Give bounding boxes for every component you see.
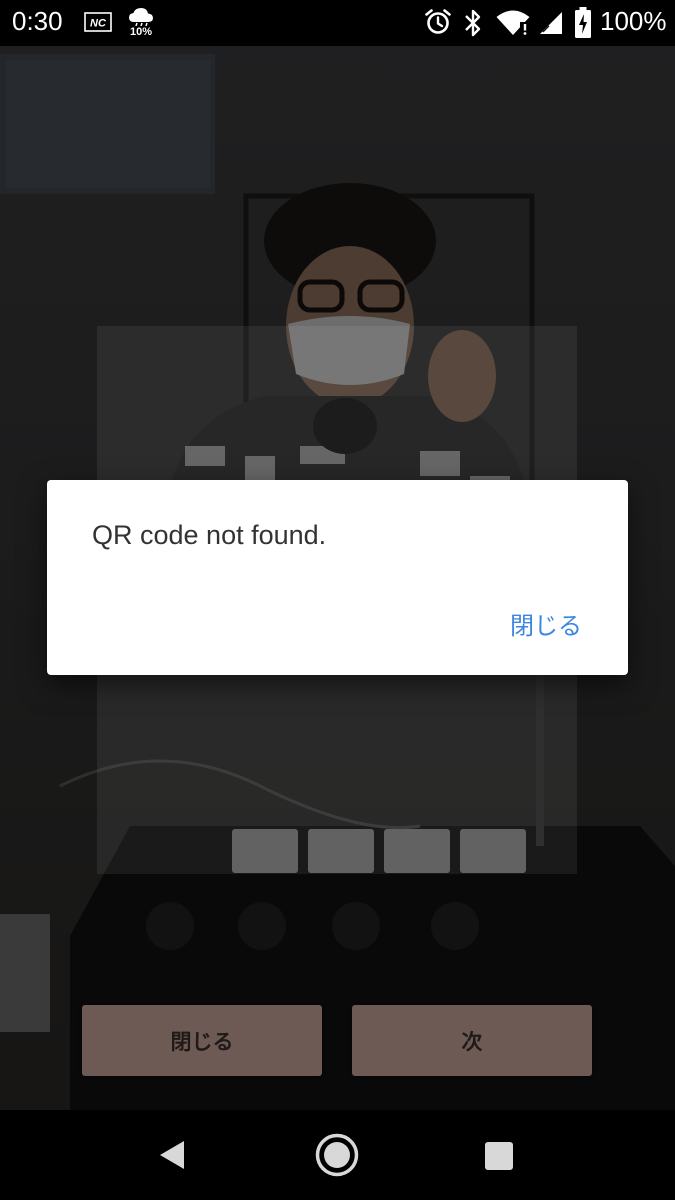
nfc-label: NC (90, 18, 107, 30)
battery-percentage: 100% (600, 6, 667, 36)
home-icon[interactable] (314, 1132, 360, 1182)
dialog-message: QR code not found. (92, 520, 327, 550)
wifi-icon (496, 10, 530, 40)
battery-icon (574, 7, 592, 43)
screen: 0:30 NC 10% 100% 閉じる 次 QR code not found… (0, 0, 675, 1200)
dialog-close-button[interactable]: 閉じる (510, 606, 582, 641)
bluetooth-icon (463, 8, 483, 42)
signal-icon (538, 10, 564, 40)
nfc-icon: NC (84, 12, 112, 36)
alert-dialog: QR code not found. 閉じる (47, 480, 628, 675)
back-icon[interactable] (156, 1138, 190, 1176)
weather-icon: 10% (126, 6, 156, 40)
next-button[interactable]: 次 (352, 1005, 592, 1076)
status-bar: 0:30 NC 10% 100% (0, 0, 675, 46)
recents-icon[interactable] (484, 1141, 514, 1175)
status-time: 0:30 (12, 6, 63, 36)
close-button[interactable]: 閉じる (82, 1005, 322, 1076)
navigation-bar (0, 1110, 675, 1200)
weather-text: 10% (129, 26, 153, 38)
alarm-icon (424, 8, 452, 40)
